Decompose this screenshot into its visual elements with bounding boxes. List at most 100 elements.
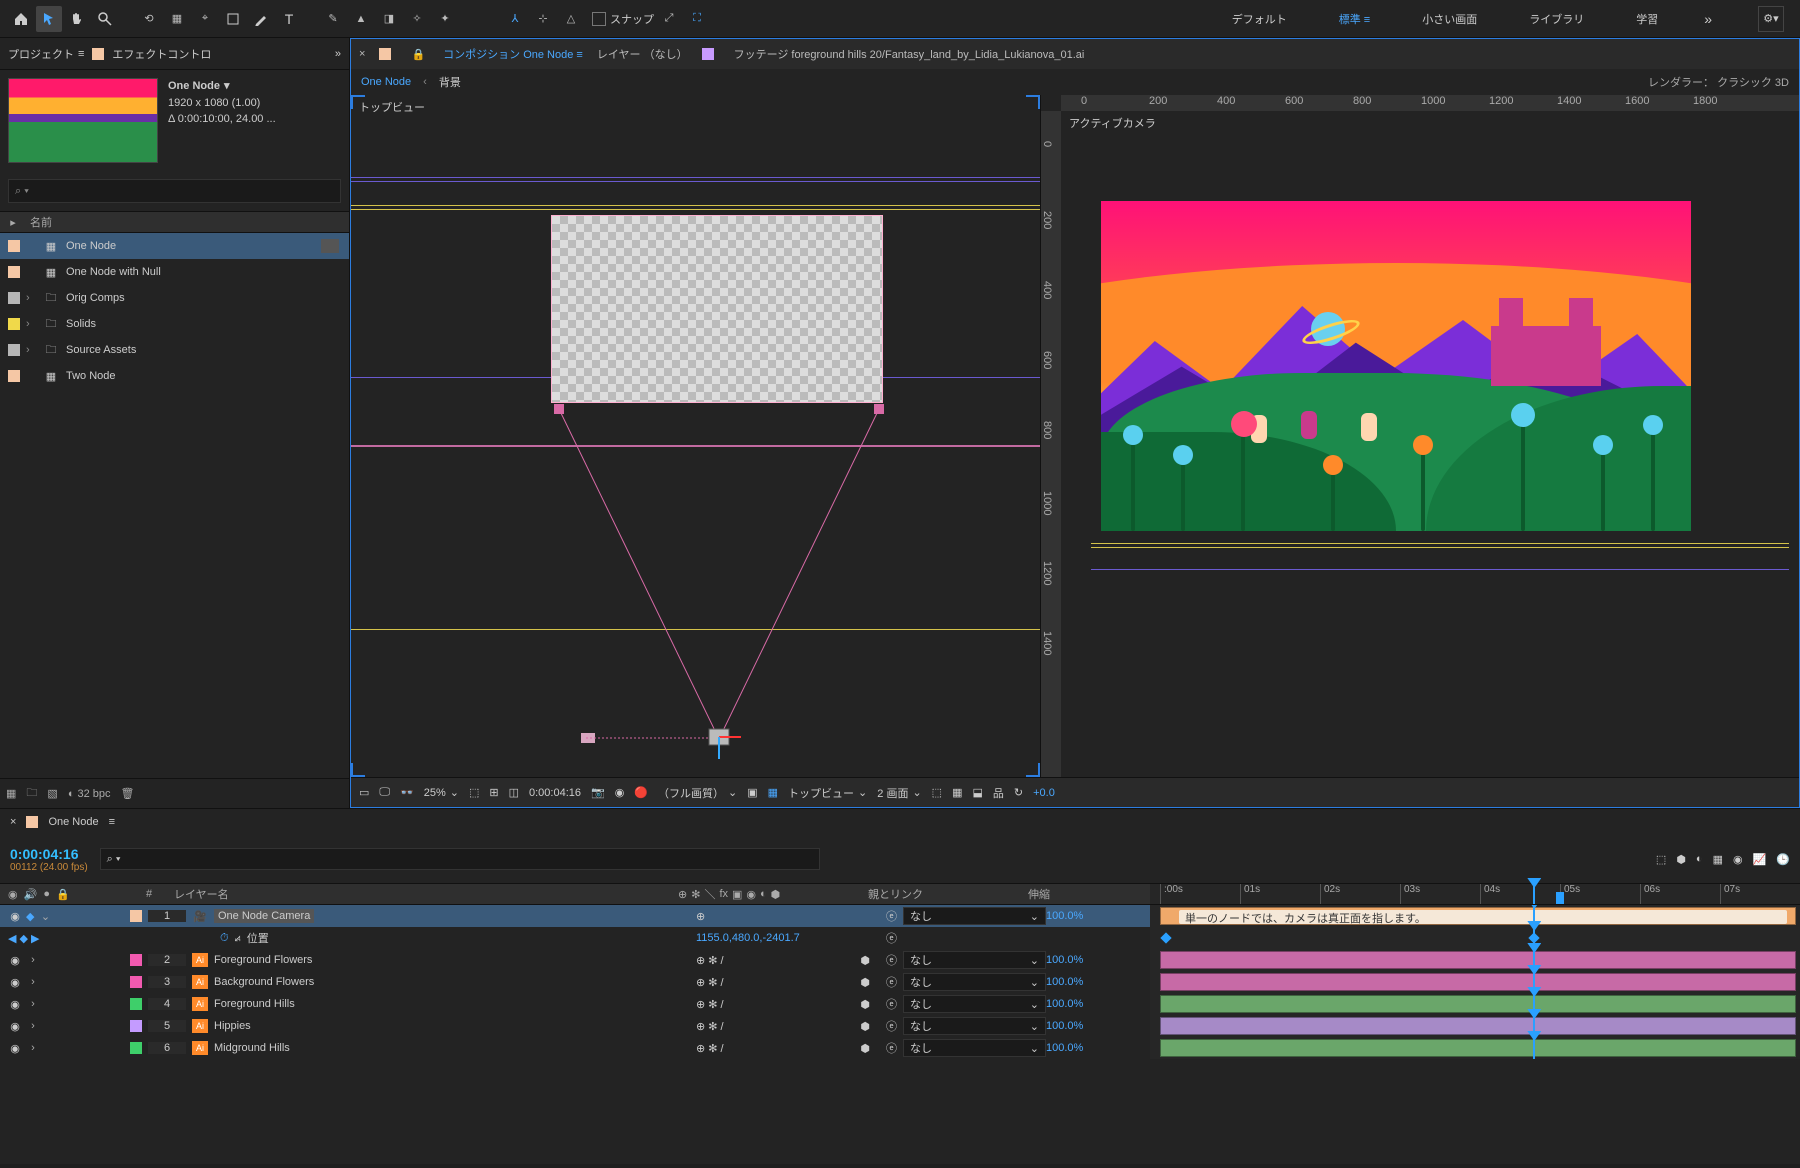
- tl-tab-close-icon[interactable]: ×: [10, 816, 16, 828]
- parent-dropdown[interactable]: なし⌄: [903, 973, 1046, 991]
- reset-exposure-icon[interactable]: ↻: [1014, 786, 1023, 799]
- timeline-ruler[interactable]: :00s01s02s03s04s05s06s07s: [1150, 884, 1800, 904]
- 3d-glasses-icon[interactable]: 👓: [400, 786, 414, 799]
- work-area-end[interactable]: [1556, 892, 1564, 904]
- tl-comp-mini-icon[interactable]: ⬚: [1656, 853, 1666, 866]
- grid-icon[interactable]: ⊞: [489, 786, 498, 799]
- layer-bar-area[interactable]: [1150, 1037, 1800, 1059]
- disclosure-icon[interactable]: ›: [26, 1020, 40, 1032]
- home-icon[interactable]: [8, 6, 34, 32]
- layer-switches[interactable]: ⊕ ✻ /⬢: [696, 1020, 886, 1033]
- layer-bar-area[interactable]: [1150, 993, 1800, 1015]
- type-tool-icon[interactable]: T: [276, 6, 302, 32]
- layer-bar[interactable]: 単一のノードでは、カメラは真正面を指します。: [1160, 907, 1796, 925]
- parent-dropdown[interactable]: なし⌄: [903, 907, 1046, 925]
- layer-bar[interactable]: [1160, 1039, 1796, 1057]
- timecode[interactable]: 0:00:04:16: [10, 846, 88, 862]
- snap-toggle[interactable]: スナップ: [592, 11, 654, 27]
- ws-default[interactable]: デフォルト: [1226, 7, 1293, 31]
- mag-icon[interactable]: ▭: [359, 786, 369, 799]
- show-snapshot-icon[interactable]: ◉: [615, 786, 625, 799]
- eye-icon[interactable]: ◉: [8, 1042, 22, 1055]
- tl-frameblend-icon[interactable]: ▦: [1713, 853, 1723, 866]
- search-all-icon[interactable]: ⚙▾: [1758, 6, 1784, 32]
- col-parent[interactable]: 親とリンク: [868, 886, 1028, 902]
- layer-bar[interactable]: [1160, 995, 1796, 1013]
- tl-draft3d-icon[interactable]: ⬢: [1676, 853, 1686, 866]
- sort-icon[interactable]: ▸: [6, 216, 20, 229]
- tab-effect-controls[interactable]: エフェクトコントロ: [112, 46, 211, 62]
- col-audio-icon[interactable]: 🔊: [24, 888, 38, 901]
- tab-project[interactable]: プロジェクト ≡: [8, 46, 84, 62]
- layer-color-chip[interactable]: [130, 910, 142, 922]
- layer-bar-area[interactable]: [1150, 1015, 1800, 1037]
- timeline-row[interactable]: ◉ › 4 Ai Foreground Hills ⊕ ✻ /⬢ ⓔ なし⌄ 1…: [0, 993, 1800, 1015]
- project-item[interactable]: ▦One Node: [0, 233, 349, 259]
- graph-icon[interactable]: ⦯: [235, 932, 241, 945]
- eye-icon[interactable]: ◉: [8, 910, 22, 923]
- roto-tool-icon[interactable]: ✧: [404, 6, 430, 32]
- clone-tool-icon[interactable]: ▲: [348, 6, 374, 32]
- new-comp-icon[interactable]: ▧: [47, 787, 57, 800]
- property-bar-area[interactable]: [1150, 927, 1800, 949]
- project-item[interactable]: ▦One Node with Null: [0, 259, 349, 285]
- playhead[interactable]: [1533, 884, 1535, 904]
- layer-bar-area[interactable]: 単一のノードでは、カメラは真正面を指します。: [1150, 905, 1800, 927]
- keyframe[interactable]: [1160, 932, 1171, 943]
- stretch-value[interactable]: 100.0%: [1046, 998, 1136, 1010]
- layer-marker[interactable]: 単一のノードでは、カメラは真正面を指します。: [1179, 910, 1787, 924]
- tl-tab-menu-icon[interactable]: ≡: [109, 816, 115, 828]
- layer-color-chip[interactable]: [130, 1020, 142, 1032]
- comp-tab-close-icon[interactable]: ×: [359, 48, 365, 60]
- layer-bar-area[interactable]: [1150, 949, 1800, 971]
- transparency-grid-icon[interactable]: ▦: [768, 786, 778, 799]
- mask-toggle-icon[interactable]: ◫: [509, 786, 519, 799]
- layer-switches[interactable]: ⊕ ✻ /⬢: [696, 976, 886, 989]
- tl-graph-icon[interactable]: 📈: [1753, 853, 1767, 866]
- parent-dropdown[interactable]: なし⌄: [903, 1039, 1046, 1057]
- disclosure-icon[interactable]: ⌄: [38, 910, 52, 923]
- tab-layer[interactable]: レイヤー （なし）: [597, 46, 688, 62]
- tab-composition[interactable]: コンポジション One Node ≡: [443, 46, 583, 62]
- disclosure-icon[interactable]: ›: [26, 1042, 40, 1054]
- breadcrumb-comp[interactable]: One Node: [361, 76, 411, 88]
- roi-icon[interactable]: ▣: [747, 786, 757, 799]
- col-stretch[interactable]: 伸縮: [1028, 886, 1118, 902]
- timeline-row[interactable]: ◉ › 2 Ai Foreground Flowers ⊕ ✻ /⬢ ⓔ なし⌄…: [0, 949, 1800, 971]
- eye-icon[interactable]: ◉: [8, 954, 22, 967]
- pickwhip-icon[interactable]: ⓔ: [886, 930, 897, 946]
- channel-icon[interactable]: 🔴: [634, 786, 648, 799]
- disclosure-icon[interactable]: ›: [26, 954, 40, 966]
- layer-color-chip[interactable]: [130, 954, 142, 966]
- ws-more-icon[interactable]: »: [1704, 11, 1712, 27]
- flowchart-icon[interactable]: 品: [993, 785, 1004, 801]
- flowchart-badge-icon[interactable]: [321, 239, 339, 253]
- interpret-icon[interactable]: ▦: [6, 787, 16, 800]
- tab-footage[interactable]: フッテージ foreground hills 20/Fantasy_land_b…: [734, 46, 1085, 62]
- 3d-layer-icon[interactable]: ⬢: [860, 976, 870, 989]
- zoom-dropdown[interactable]: 25% ⌄: [424, 786, 459, 799]
- current-time[interactable]: 0:00:04:16: [529, 787, 581, 799]
- pen-tool-icon[interactable]: [248, 6, 274, 32]
- timeline-icon[interactable]: ⬓: [972, 786, 982, 799]
- parent-dropdown[interactable]: なし⌄: [903, 995, 1046, 1013]
- disclosure-icon[interactable]: ›: [26, 292, 36, 304]
- col-solo-icon[interactable]: ●: [43, 888, 50, 901]
- bpc-toggle[interactable]: ◐ 32 bpc: [68, 788, 111, 800]
- panel-overflow-icon[interactable]: »: [335, 48, 341, 60]
- pickwhip-icon[interactable]: ⓔ: [886, 974, 897, 990]
- timeline-row[interactable]: ◉ ◆ ⌄ 1 🎥 One Node Camera ⊕ ⓔ なし⌄ 100.0%…: [0, 905, 1800, 927]
- layer-switches[interactable]: ⊕: [696, 910, 886, 923]
- zoom-tool-icon[interactable]: [92, 6, 118, 32]
- timeline-row[interactable]: ◉ › 5 Ai Hippies ⊕ ✻ /⬢ ⓔ なし⌄ 100.0%: [0, 1015, 1800, 1037]
- view-dropdown[interactable]: トップビュー ⌄: [788, 785, 867, 801]
- pickwhip-icon[interactable]: ⓔ: [886, 908, 897, 924]
- layer-switches[interactable]: ⊕ ✻ /⬢: [696, 1042, 886, 1055]
- timeline-row[interactable]: ◉ › 3 Ai Background Flowers ⊕ ✻ /⬢ ⓔ なし⌄…: [0, 971, 1800, 993]
- ws-standard[interactable]: 標準 ≡: [1333, 7, 1376, 31]
- tl-marker-icon[interactable]: 🕒: [1776, 853, 1790, 866]
- new-folder-icon[interactable]: 🗀: [26, 784, 37, 803]
- layer-color-chip[interactable]: [130, 1042, 142, 1054]
- stretch-value[interactable]: 100.0%: [1046, 1042, 1136, 1054]
- stretch-value[interactable]: 100.0%: [1046, 976, 1136, 988]
